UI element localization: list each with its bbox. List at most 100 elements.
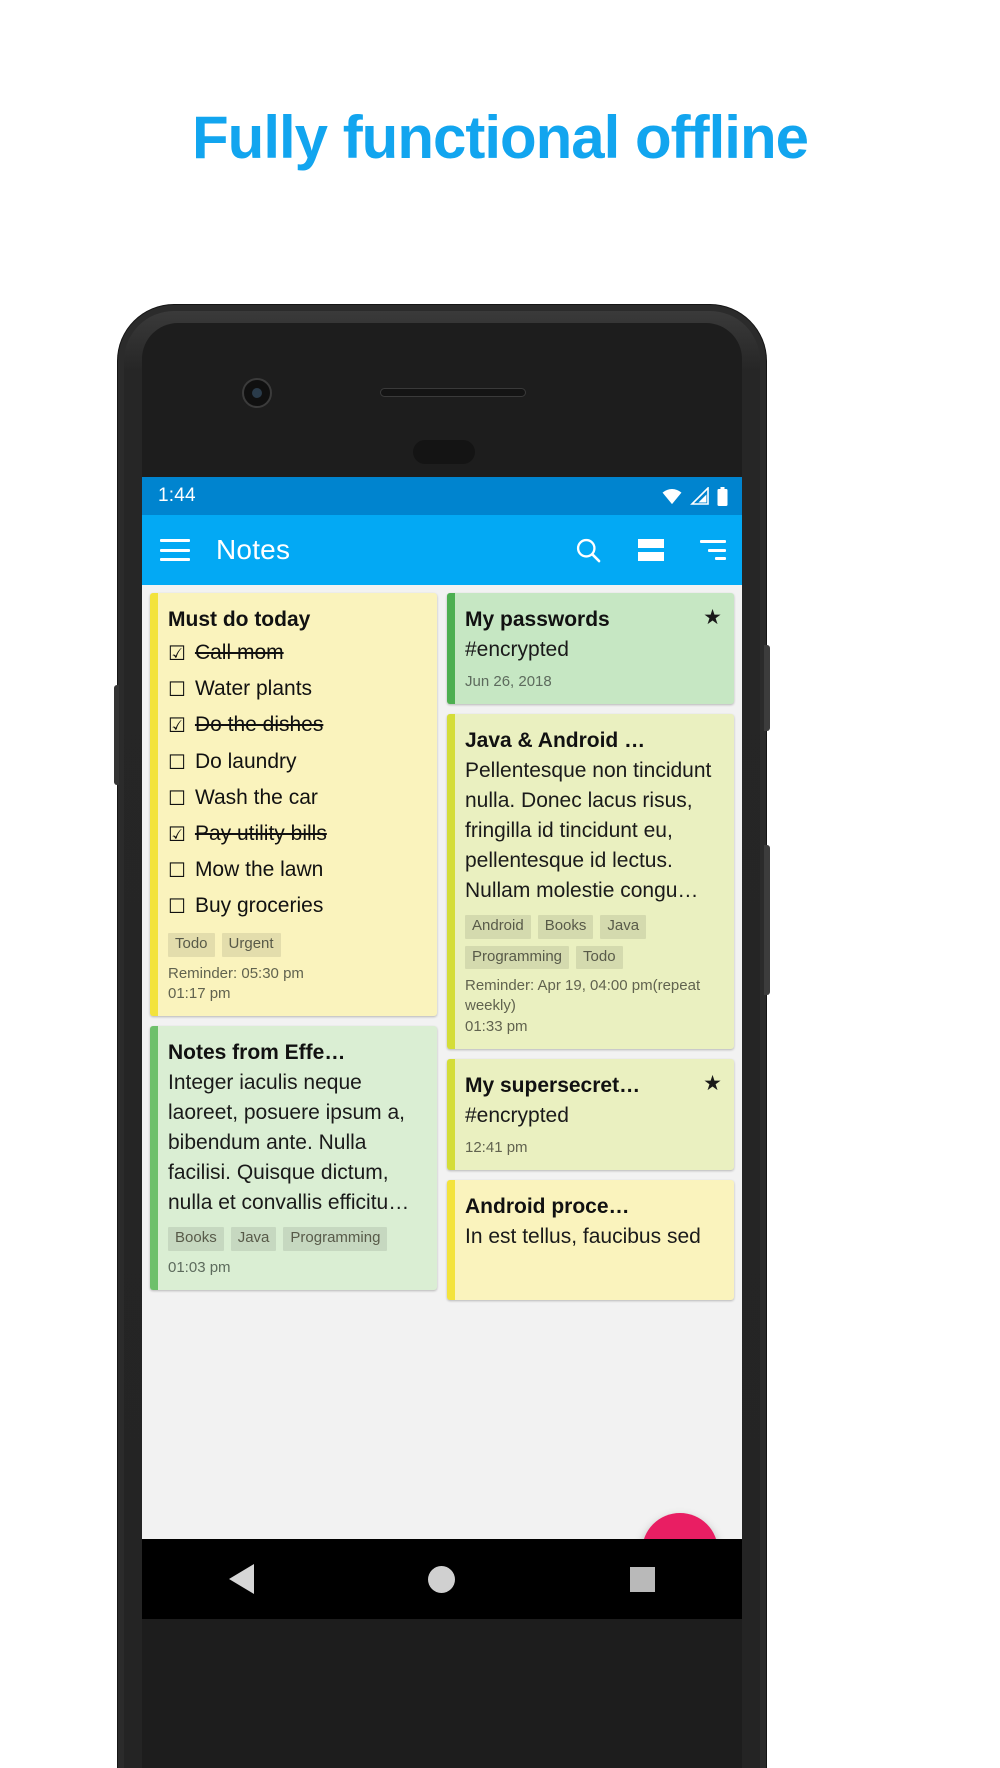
- tag-chip[interactable]: Programming: [283, 1227, 388, 1251]
- checklist-item[interactable]: ☐ Mow the lawn: [168, 852, 425, 888]
- checklist-item[interactable]: ☐ Wash the car: [168, 780, 425, 816]
- screenshot-root: Fully functional offline 1:44 Notes Must…: [0, 0, 1000, 1768]
- checkbox-unchecked-icon[interactable]: ☐: [168, 753, 186, 773]
- note-subtitle: #encrypted: [465, 1104, 569, 1128]
- status-bar-time: 1:44: [158, 485, 196, 506]
- recents-button[interactable]: [629, 1566, 655, 1592]
- note-card[interactable]: ★ My supersecret… #encrypted 12:41 pm: [447, 1058, 734, 1170]
- app-bar-actions: [574, 536, 726, 564]
- android-nav-bar: [142, 1539, 742, 1619]
- note-card[interactable]: Java & Android … Pellentesque non tincid…: [447, 713, 734, 1049]
- checkbox-checked-icon[interactable]: ☑: [168, 644, 186, 664]
- note-body: Integer iaculis neque laoreet, posuere i…: [168, 1071, 410, 1215]
- note-card[interactable]: Must do today ☑ Call mom ☐ Water plants: [150, 593, 437, 1017]
- note-timestamp: 01:17 pm: [168, 984, 231, 1002]
- note-card[interactable]: Notes from Effe… Integer iaculis neque l…: [150, 1026, 437, 1291]
- checklist-item-label: Call mom: [194, 641, 284, 665]
- sensor-pill: [413, 440, 475, 464]
- note-tags: Todo Urgent: [168, 933, 425, 957]
- phone-power-button[interactable]: [764, 645, 770, 731]
- checkbox-unchecked-icon[interactable]: ☐: [168, 680, 186, 700]
- sort-icon[interactable]: [700, 540, 726, 560]
- note-card[interactable]: Android proce… In est tellus, faucibus s…: [447, 1179, 734, 1300]
- note-tags: Books Java Programming: [168, 1227, 425, 1251]
- tag-chip[interactable]: Books: [537, 915, 594, 939]
- note-body: In est tellus, faucibus sed: [465, 1225, 701, 1249]
- page-title: Fully functional offline: [192, 104, 809, 171]
- status-bar: 1:44: [142, 477, 742, 515]
- battery-icon: [717, 486, 728, 506]
- note-tags: Android Books Java Programming Todo: [465, 915, 722, 970]
- checklist-item[interactable]: ☑ Do the dishes: [168, 707, 425, 743]
- tag-chip[interactable]: Java: [230, 1227, 277, 1251]
- tag-chip[interactable]: Java: [600, 915, 647, 939]
- status-bar-icons: [661, 486, 728, 506]
- checklist-item[interactable]: ☐ Water plants: [168, 671, 425, 707]
- note-card[interactable]: ★ My passwords #encrypted Jun 26, 2018: [447, 593, 734, 704]
- checklist-item-label: Mow the lawn: [194, 857, 324, 881]
- note-title: Must do today: [168, 608, 311, 631]
- cellular-signal-icon: [690, 487, 709, 505]
- checkbox-checked-icon[interactable]: ☑: [168, 825, 186, 845]
- back-button[interactable]: [229, 1564, 255, 1594]
- note-reminder: Reminder: 05:30 pm: [168, 964, 304, 982]
- tag-chip[interactable]: Todo: [168, 933, 215, 957]
- search-icon[interactable]: [574, 536, 602, 564]
- note-title: My supersecret…: [465, 1073, 641, 1097]
- checkbox-unchecked-icon[interactable]: ☐: [168, 861, 186, 881]
- note-date: Jun 26, 2018: [465, 672, 552, 690]
- note-color-stripe: [150, 593, 158, 1017]
- checkbox-unchecked-icon[interactable]: ☐: [168, 897, 186, 917]
- note-title: My passwords: [465, 608, 610, 631]
- checklist-item-label: Do laundry: [194, 749, 297, 773]
- notes-column-right: ★ My passwords #encrypted Jun 26, 2018 J…: [447, 593, 734, 1619]
- tag-chip[interactable]: Android: [465, 915, 531, 939]
- hamburger-menu-icon[interactable]: [160, 539, 190, 561]
- note-subtitle: #encrypted: [465, 638, 569, 662]
- wifi-icon: [662, 489, 682, 505]
- home-button[interactable]: [428, 1565, 456, 1593]
- tag-chip[interactable]: Books: [168, 1227, 224, 1251]
- checklist-item-label: Water plants: [194, 677, 313, 701]
- checklist-item[interactable]: ☐ Buy groceries: [168, 888, 425, 924]
- app-bar: Notes: [142, 515, 742, 585]
- note-title: Notes from Effe…: [168, 1041, 346, 1065]
- front-camera-icon: [242, 378, 272, 408]
- note-reminder: Reminder: Apr 19, 04:00 pm(repeat weekly…: [465, 977, 701, 1015]
- tag-chip[interactable]: Urgent: [221, 933, 281, 957]
- app-screen: 1:44 Notes Must do today ☑ Call mom ☐ Wa…: [142, 477, 742, 1619]
- app-bar-title: Notes: [216, 534, 291, 565]
- note-color-stripe: [447, 1179, 455, 1300]
- star-icon[interactable]: ★: [703, 1073, 722, 1094]
- note-color-stripe: [447, 593, 455, 704]
- note-title: Android proce…: [465, 1194, 630, 1218]
- phone-mockup: 1:44 Notes Must do today ☑ Call mom ☐ Wa…: [114, 305, 770, 1768]
- earpiece-speaker: [380, 388, 526, 397]
- phone-screen-area: 1:44 Notes Must do today ☑ Call mom ☐ Wa…: [142, 323, 742, 1768]
- note-color-stripe: [150, 1026, 158, 1291]
- note-timestamp: 01:03 pm: [168, 1258, 231, 1276]
- notes-column-left: Must do today ☑ Call mom ☐ Water plants: [150, 593, 437, 1619]
- note-timestamp: 01:33 pm: [465, 1017, 528, 1035]
- note-color-stripe: [447, 713, 455, 1049]
- checklist-item[interactable]: ☑ Call mom: [168, 635, 425, 671]
- tag-chip[interactable]: Programming: [465, 945, 570, 970]
- note-body: Pellentesque non tincidunt nulla. Donec …: [465, 759, 712, 903]
- checkbox-unchecked-icon[interactable]: ☐: [168, 789, 186, 809]
- checklist-item-label: Buy groceries: [194, 894, 324, 918]
- note-timestamp: 12:41 pm: [465, 1138, 528, 1156]
- checklist-item-label: Wash the car: [194, 785, 318, 809]
- note-checklist[interactable]: ☑ Call mom ☐ Water plants ☑ Do the dishe…: [168, 635, 425, 924]
- star-icon[interactable]: ★: [703, 607, 722, 628]
- checklist-item[interactable]: ☑ Pay utility bills: [168, 816, 425, 852]
- notes-grid[interactable]: Must do today ☑ Call mom ☐ Water plants: [142, 585, 742, 1619]
- checklist-item-label: Pay utility bills: [194, 821, 327, 845]
- phone-volume-button[interactable]: [764, 845, 770, 995]
- note-title: Java & Android …: [465, 728, 646, 752]
- checkbox-checked-icon[interactable]: ☑: [168, 716, 186, 736]
- checklist-item-label: Do the dishes: [194, 713, 324, 737]
- tag-chip[interactable]: Todo: [576, 945, 623, 970]
- view-mode-icon[interactable]: [638, 539, 664, 561]
- phone-left-button[interactable]: [114, 685, 119, 785]
- checklist-item[interactable]: ☐ Do laundry: [168, 744, 425, 780]
